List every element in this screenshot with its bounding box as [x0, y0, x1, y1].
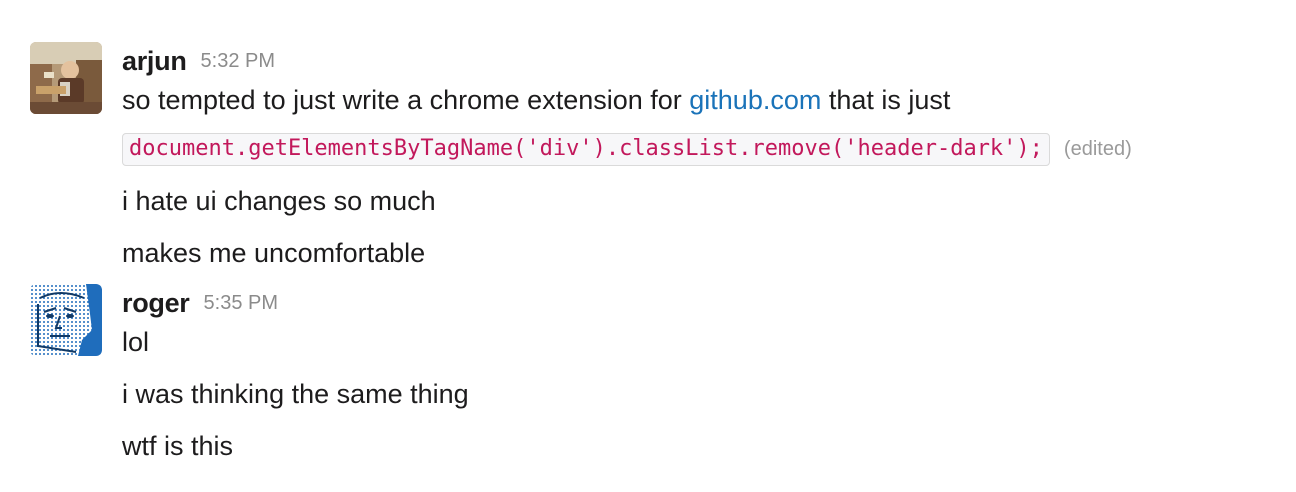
message-text: makes me uncomfortable: [122, 238, 426, 268]
timestamp[interactable]: 5:32 PM: [201, 50, 275, 73]
cartoon-face-avatar-icon: [30, 284, 102, 356]
photo-avatar-icon: [30, 42, 102, 114]
message-text: lol: [122, 327, 150, 357]
avatar-arjun[interactable]: [30, 42, 102, 114]
github-link[interactable]: github.com: [689, 85, 821, 115]
avatar-roger[interactable]: [30, 284, 102, 356]
username-arjun[interactable]: arjun: [122, 46, 187, 77]
message-code-line: document.getElementsByTagName('div').cla…: [122, 128, 1276, 167]
message-text: so tempted to just write a chrome extens…: [122, 82, 1276, 118]
message-header: roger 5:35 PM: [122, 284, 1276, 322]
message-text: wtf is this: [122, 431, 234, 461]
edited-label: (edited): [1063, 138, 1132, 160]
message-text-suffix: that is just: [821, 85, 951, 115]
inline-code: document.getElementsByTagName('div').cla…: [122, 133, 1050, 166]
message-text: i hate ui changes so much: [122, 186, 436, 216]
message-text-prefix: so tempted to just write a chrome extens…: [122, 85, 690, 115]
username-roger[interactable]: roger: [122, 288, 190, 319]
message-header: arjun 5:32 PM: [122, 42, 1276, 80]
timestamp[interactable]: 5:35 PM: [204, 292, 278, 315]
message-text: i was thinking the same thing: [122, 379, 469, 409]
